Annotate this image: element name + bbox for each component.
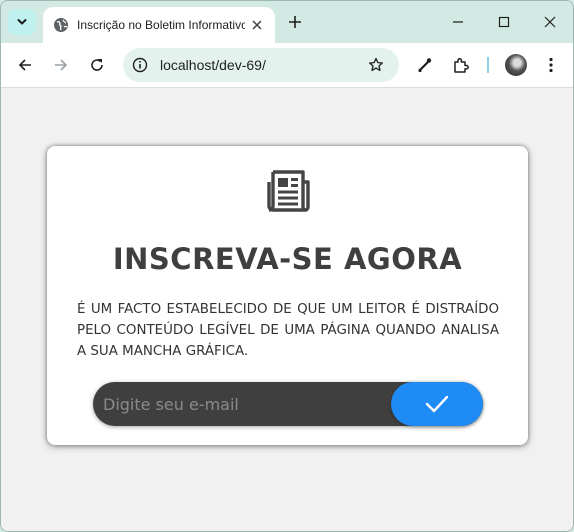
- puzzle-icon: [454, 58, 469, 73]
- address-url: localhost/dev-69/: [160, 57, 266, 73]
- reload-button[interactable]: [86, 54, 108, 76]
- arrow-left-icon: [18, 59, 31, 71]
- address-bar[interactable]: localhost/dev-69/: [123, 48, 399, 82]
- minimize-button[interactable]: [447, 11, 469, 33]
- back-button[interactable]: [14, 54, 36, 76]
- page-viewport: INSCREVA-SE AGORA É UM FACTO ESTABELECID…: [1, 89, 573, 531]
- browser-toolbar: localhost/dev-69/: [1, 43, 573, 88]
- arrow-right-icon: [55, 59, 68, 71]
- tab-close-button[interactable]: [249, 17, 265, 33]
- bookmark-button[interactable]: [367, 56, 385, 74]
- newsletter-card: INSCREVA-SE AGORA É UM FACTO ESTABELECID…: [47, 146, 528, 445]
- browser-menu-button[interactable]: [540, 54, 562, 76]
- checkmark-icon: [425, 395, 449, 413]
- page-title: INSCREVA-SE AGORA: [112, 242, 463, 276]
- extension-pen-button[interactable]: [414, 54, 436, 76]
- minimize-icon: [453, 21, 463, 23]
- site-info-button[interactable]: [131, 56, 149, 74]
- submit-button[interactable]: [391, 382, 483, 426]
- reload-icon: [91, 59, 103, 71]
- subscribe-form: [93, 382, 483, 426]
- forward-button[interactable]: [50, 54, 72, 76]
- extensions-button[interactable]: [450, 54, 472, 76]
- newspaper-icon: [267, 170, 310, 212]
- toolbar-divider: [487, 57, 489, 73]
- new-tab-button[interactable]: [285, 12, 305, 32]
- close-icon: [252, 20, 262, 30]
- tab-search-button[interactable]: [8, 9, 36, 35]
- close-window-button[interactable]: [539, 11, 561, 33]
- browser-window: Inscrição no Boletim Informativo localho…: [0, 0, 574, 532]
- close-icon: [544, 16, 556, 28]
- plus-icon: [289, 16, 301, 28]
- maximize-button[interactable]: [493, 11, 515, 33]
- description-text: É UM FACTO ESTABELECIDO DE QUE UM LEITOR…: [77, 302, 499, 359]
- more-vertical-icon: [549, 57, 553, 73]
- globe-icon: [54, 18, 68, 32]
- chevron-down-icon: [17, 19, 27, 25]
- star-icon: [369, 57, 383, 72]
- info-icon: [132, 57, 148, 73]
- maximize-icon: [498, 16, 510, 28]
- pen-icon: [418, 58, 432, 73]
- email-input[interactable]: [103, 382, 383, 426]
- tab-strip: Inscrição no Boletim Informativo: [1, 1, 573, 43]
- browser-tab[interactable]: Inscrição no Boletim Informativo: [43, 7, 275, 43]
- profile-avatar[interactable]: [505, 54, 527, 76]
- tab-title: Inscrição no Boletim Informativo: [77, 18, 245, 32]
